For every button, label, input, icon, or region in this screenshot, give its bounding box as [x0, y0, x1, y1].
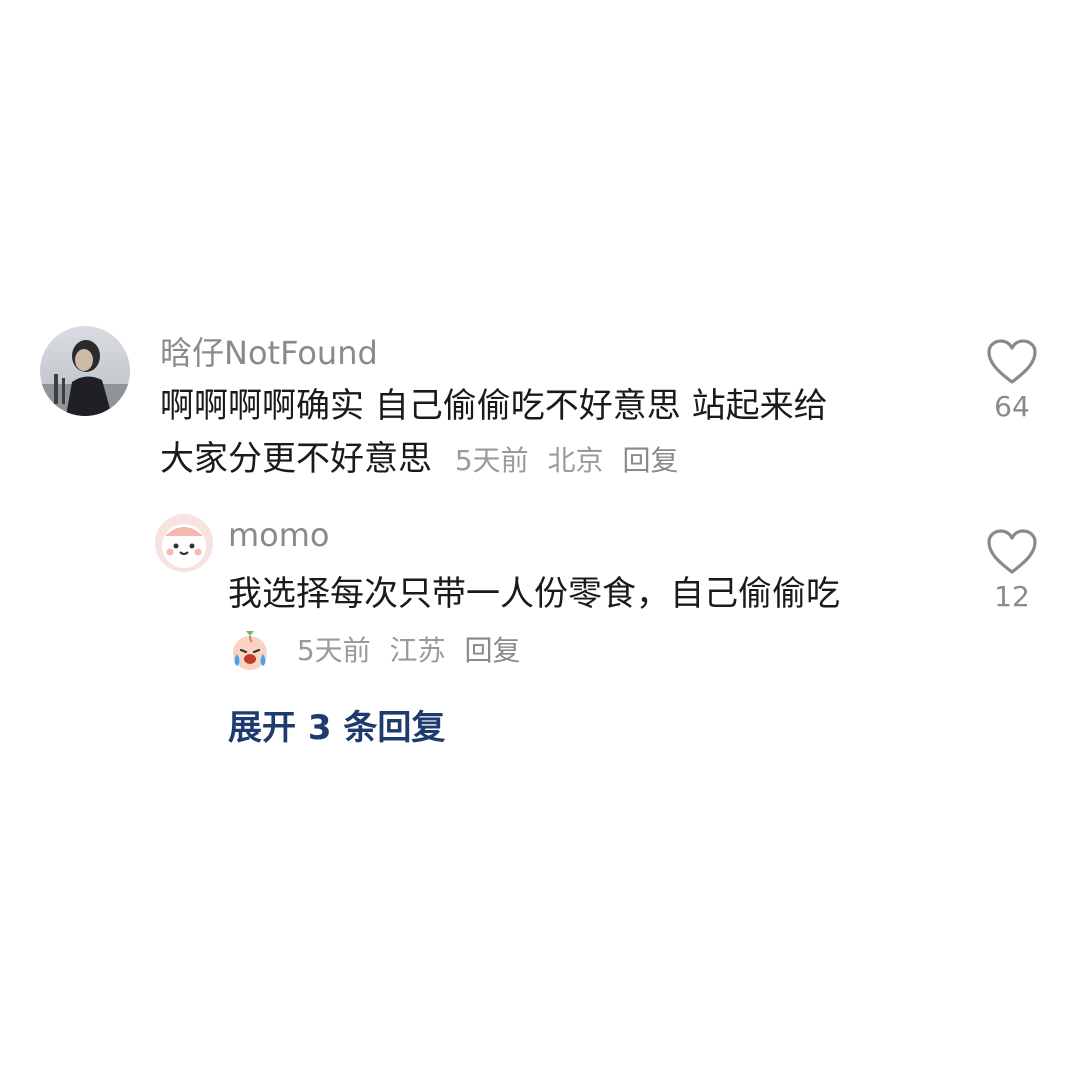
like-count: 64 — [994, 390, 1030, 423]
crying-laughing-emoji-icon — [228, 628, 272, 672]
comment-text: 啊啊啊啊确实 自己偷偷吃不好意思 站起来给 大家分更不好意思 5天前 北京 回复 — [160, 380, 960, 485]
reply-location: 江苏 — [389, 633, 446, 667]
pink-cartoon-avatar-icon — [155, 514, 213, 572]
user-photo-avatar-icon — [40, 326, 130, 416]
comment-time: 5天前 — [454, 443, 529, 477]
comment-location: 北京 — [547, 443, 604, 477]
comment-text-line-2: 大家分更不好意思 5天前 北京 回复 — [160, 433, 960, 486]
reply-like-count: 12 — [994, 580, 1030, 613]
comment-item: 晗仔NotFound 啊啊啊啊确实 自己偷偷吃不好意思 站起来给 大家分更不好意… — [0, 318, 1080, 498]
reply-avatar[interactable] — [155, 514, 213, 572]
reply-text-line: 我选择每次只带一人份零食，自己偷偷吃 — [228, 574, 840, 614]
user-avatar[interactable] — [40, 326, 130, 416]
reply-meta-line: 5天前 江苏 回复 — [228, 623, 948, 676]
comment-text-continued: 大家分更不好意思 — [160, 438, 432, 479]
reply-meta: 5天前 江苏 回复 — [297, 634, 521, 667]
reply-item: momo 我选择每次只带一人份零食，自己偷偷吃 5天前 江苏 回复 12 — [0, 510, 1080, 680]
heart-outline-icon — [987, 529, 1037, 574]
like-button[interactable]: 64 — [980, 338, 1044, 423]
reply-like-button[interactable]: 12 — [980, 528, 1044, 613]
reply-username[interactable]: momo — [228, 516, 330, 554]
comment-text-line: 啊啊啊啊确实 自己偷偷吃不好意思 站起来给 — [160, 386, 828, 426]
comment-meta: 5天前 北京 回复 — [455, 444, 679, 477]
expand-replies-button[interactable]: 展开 3 条回复 — [228, 700, 445, 749]
reply-button[interactable]: 回复 — [622, 444, 678, 477]
heart-outline-icon — [987, 339, 1037, 384]
reply-text: 我选择每次只带一人份零食，自己偷偷吃 5天前 江苏 回复 — [228, 568, 948, 675]
reply-time: 5天前 — [296, 633, 371, 667]
reply-to-reply-button[interactable]: 回复 — [464, 634, 520, 667]
comment-username[interactable]: 晗仔NotFound — [160, 328, 378, 374]
